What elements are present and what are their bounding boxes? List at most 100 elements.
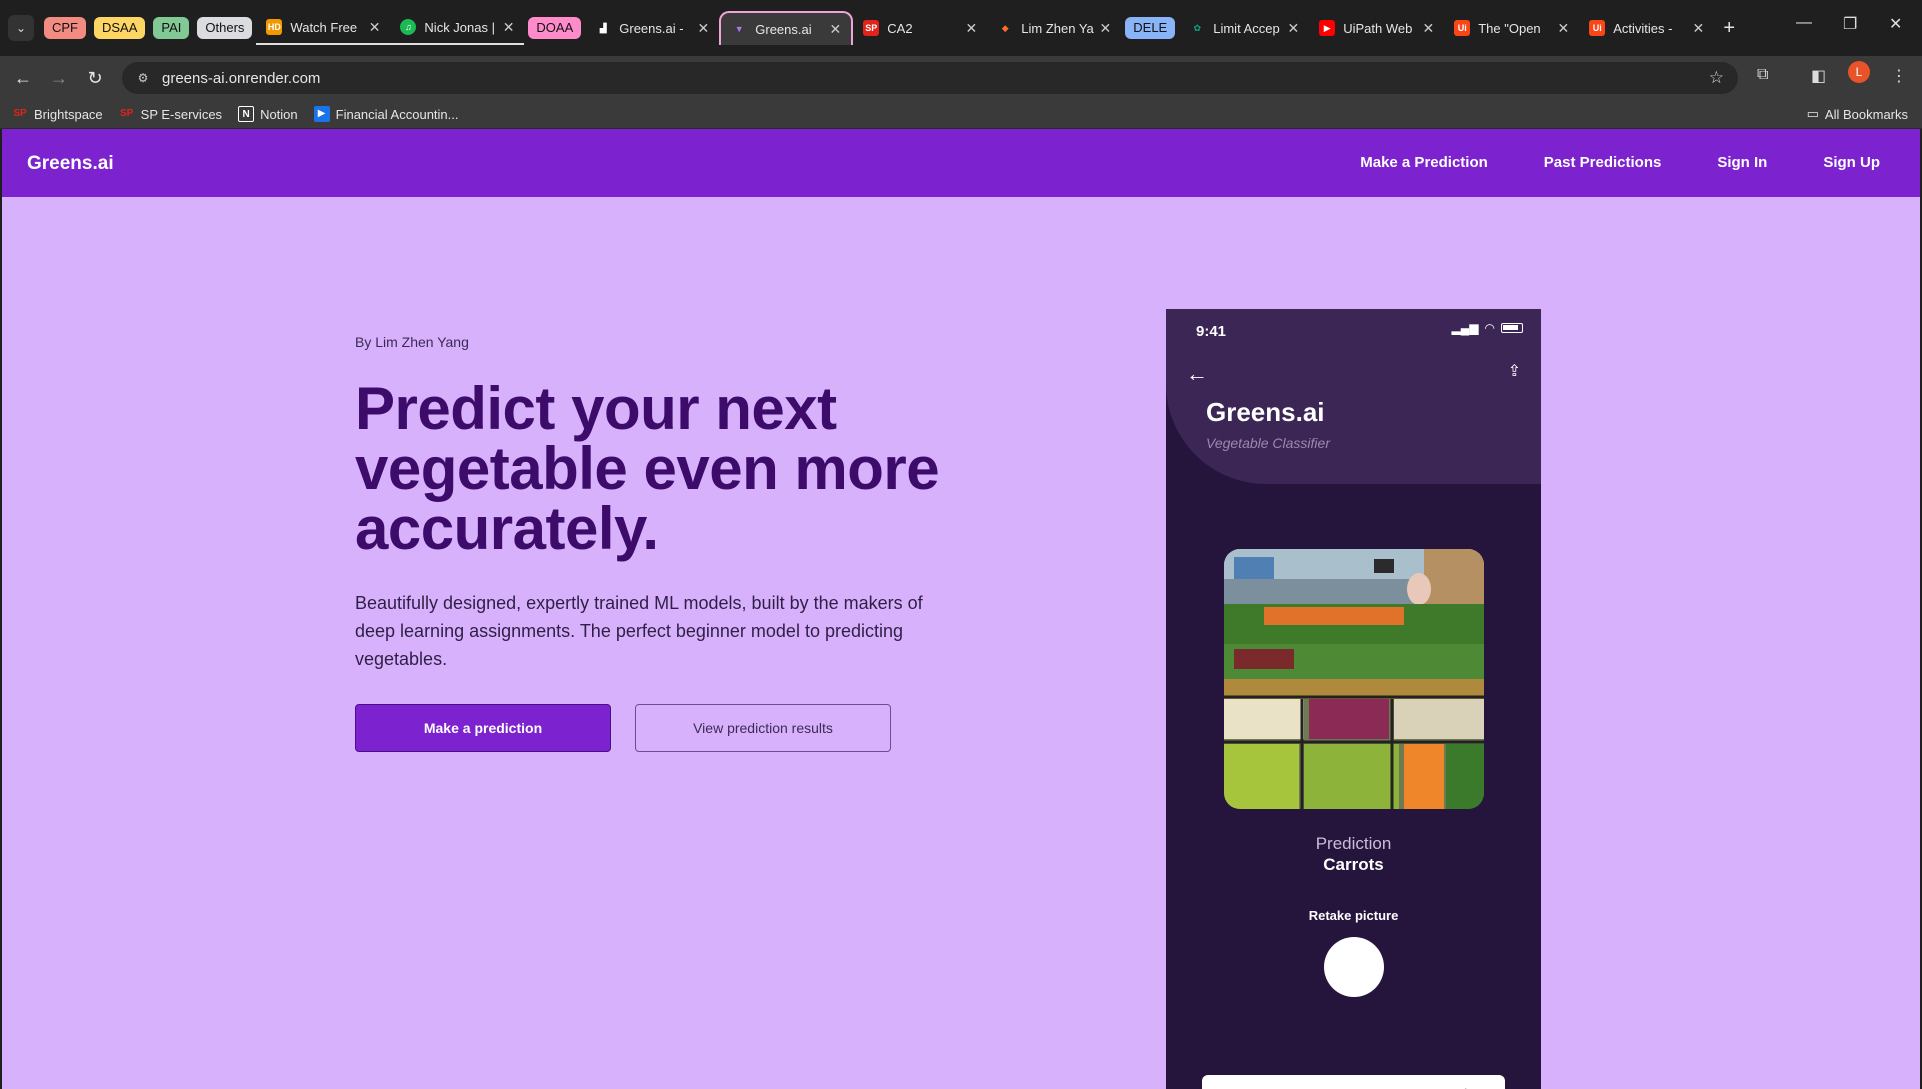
view-results-button[interactable]: View prediction results [635, 704, 891, 752]
phone-app-title: Greens.ai [1206, 397, 1325, 427]
phone-mockup: 9:41 ▂▄▆ ◠ ← ⇪ Greens.ai Vegetable Class… [1166, 309, 1541, 1089]
bookmark-favicon-icon: SP [119, 108, 134, 119]
browser-tab[interactable]: ♫ Nick Jonas | ✕ [390, 11, 525, 45]
close-icon[interactable]: ✕ [369, 19, 381, 36]
hero-title: Predict your next vegetable even more ac… [355, 375, 940, 562]
tab-favicon-icon: ▶ [1319, 20, 1336, 36]
settings-icon: ⚙ [1458, 1085, 1472, 1089]
bookmark-item[interactable]: SP Brightspace [12, 106, 103, 122]
site-navbar: Greens.ai Make a Prediction Past Predict… [2, 129, 1920, 197]
phone-status-icons: ▂▄▆ ◠ [1452, 321, 1523, 335]
prediction-value: Carrots [1323, 855, 1384, 874]
web-page: Greens.ai Make a Prediction Past Predict… [0, 129, 1922, 1089]
make-prediction-button[interactable]: Make a prediction [355, 704, 611, 752]
close-icon[interactable]: ✕ [1423, 20, 1435, 37]
minimize-icon[interactable]: — [1796, 14, 1812, 32]
back-arrow-icon[interactable]: ← [6, 61, 40, 95]
close-window-icon[interactable]: ✕ [1889, 14, 1902, 34]
close-icon[interactable]: ✕ [1100, 20, 1112, 37]
tab-favicon-icon: ▼ [731, 21, 748, 37]
tab-favicon-icon: ✿ [1189, 20, 1206, 36]
url-text[interactable]: greens-ai.onrender.com [162, 70, 320, 87]
close-icon[interactable]: ✕ [1288, 20, 1300, 37]
extensions-puzzle-icon[interactable]: ⧉ [1757, 66, 1768, 84]
tab-title: Activities - [1613, 20, 1673, 36]
tab-title: CA2 [887, 20, 913, 36]
wifi-icon: ◠ [1484, 321, 1495, 335]
browser-tab[interactable]: ◆ Lim Zhen Ya ✕ [987, 11, 1121, 45]
browser-toolbar: ← → ↻ ⚙ greens-ai.onrender.com ☆ ⧉ ◧ ⋮ [0, 56, 1922, 100]
tab-title: The "Open [1478, 20, 1541, 36]
all-bookmarks-label: All Bookmarks [1824, 106, 1908, 122]
tab-favicon-icon: Ui [1454, 20, 1471, 36]
browser-tab[interactable]: ▟ Greens.ai - ✕ [585, 11, 719, 45]
author-byline: By Lim Zhen Yang [355, 334, 469, 350]
bookmarks-bar: SP Brightspace SP SP E-services N Notion… [0, 100, 1922, 129]
tab-search-chevron-icon[interactable]: ⌄ [8, 15, 34, 41]
reload-icon[interactable]: ↻ [78, 61, 112, 95]
browser-tab[interactable]: ▶ UiPath Web ✕ [1309, 11, 1444, 45]
bookmark-item[interactable]: ▶ Financial Accountin... [313, 106, 459, 122]
tab-favicon-icon: SP [863, 20, 880, 36]
browser-tab[interactable]: ✿ Limit Accep ✕ [1179, 11, 1309, 45]
tab-title: Greens.ai [755, 21, 812, 37]
tab-group-chip[interactable]: CPF [44, 17, 86, 39]
browser-tab-strip: ⌄ CPF DSAA PAI Others HD Watch Free ✕ ♫ … [0, 0, 1922, 56]
nav-make-prediction[interactable]: Make a Prediction [1360, 154, 1488, 171]
bookmark-favicon-icon: SP [13, 108, 27, 119]
hero-subtitle: Beautifully designed, expertly trained M… [355, 593, 923, 669]
vegetable-photo-illustration [1224, 549, 1484, 809]
browser-tab[interactable]: HD Watch Free ✕ [256, 11, 391, 45]
bookmark-label: Brightspace [34, 106, 103, 122]
all-bookmarks-button[interactable]: ▭ All Bookmarks [1807, 106, 1908, 122]
nav-past-predictions[interactable]: Past Predictions [1544, 154, 1662, 171]
tab-favicon-icon: Ui [1589, 20, 1606, 36]
restore-icon[interactable]: ❐ [1843, 14, 1857, 34]
site-info-icon[interactable]: ⚙ [128, 71, 158, 85]
tab-group-chip[interactable]: Others [197, 17, 253, 39]
tab-group-chip[interactable]: DELE [1125, 17, 1176, 39]
close-icon[interactable]: ✕ [966, 20, 978, 37]
close-icon[interactable]: ✕ [503, 19, 515, 36]
tab-title: UiPath Web [1343, 20, 1413, 36]
address-bar[interactable]: ⚙ greens-ai.onrender.com ☆ [122, 62, 1738, 94]
tab-list: CPF DSAA PAI Others HD Watch Free ✕ ♫ Ni… [40, 11, 1744, 45]
profile-avatar[interactable]: L [1848, 61, 1870, 83]
bookmark-star-icon[interactable]: ☆ [1709, 68, 1724, 88]
tab-group-chip[interactable]: DOAA [528, 17, 582, 39]
close-icon[interactable]: ✕ [830, 21, 842, 38]
tab-group-chip[interactable]: DSAA [94, 17, 146, 39]
browser-tab[interactable]: Ui Activities - ✕ [1579, 11, 1714, 45]
forward-arrow-icon[interactable]: → [42, 61, 76, 95]
vegetable-market-photo [1224, 549, 1484, 809]
bookmark-item[interactable]: N Notion [238, 106, 298, 122]
new-tab-plus-icon[interactable]: + [1714, 17, 1744, 40]
battery-icon [1501, 323, 1523, 333]
kebab-menu-icon[interactable]: ⋮ [1891, 66, 1907, 86]
share-icon: ⇪ [1507, 363, 1521, 380]
bookmark-item[interactable]: SP SP E-services [119, 106, 222, 122]
back-arrow-icon: ← [1186, 361, 1208, 386]
bookmark-label: SP E-services [140, 106, 223, 122]
browser-tab[interactable]: SP CA2 ✕ [853, 11, 987, 45]
site-brand-logo[interactable]: Greens.ai [27, 153, 114, 175]
browser-tab[interactable]: Ui The "Open ✕ [1444, 11, 1579, 45]
close-icon[interactable]: ✕ [1693, 20, 1705, 37]
tab-title: Lim Zhen Ya [1021, 20, 1094, 36]
tab-group-chip[interactable]: PAI [153, 17, 190, 39]
folder-icon: ▭ [1806, 106, 1819, 121]
side-panel-icon[interactable]: ◧ [1811, 66, 1826, 86]
tab-favicon-icon: ▟ [595, 20, 612, 36]
close-icon[interactable]: ✕ [1558, 20, 1570, 37]
nav-sign-in[interactable]: Sign In [1717, 154, 1767, 171]
nav-sign-up[interactable]: Sign Up [1823, 154, 1880, 171]
prediction-label: Prediction [1315, 834, 1392, 853]
tab-favicon-icon: ♫ [400, 19, 417, 35]
close-icon[interactable]: ✕ [698, 20, 710, 37]
tab-favicon-icon: ◆ [997, 20, 1014, 36]
tab-title: Nick Jonas | [424, 19, 495, 35]
browser-tab-active[interactable]: ▼ Greens.ai ✕ [719, 11, 854, 45]
bookmark-label: Notion [260, 106, 298, 122]
tab-title: Limit Accep [1213, 20, 1280, 36]
phone-tab-bar: ⌂ ⌕ ⊓ ⚙ [1202, 1075, 1505, 1089]
